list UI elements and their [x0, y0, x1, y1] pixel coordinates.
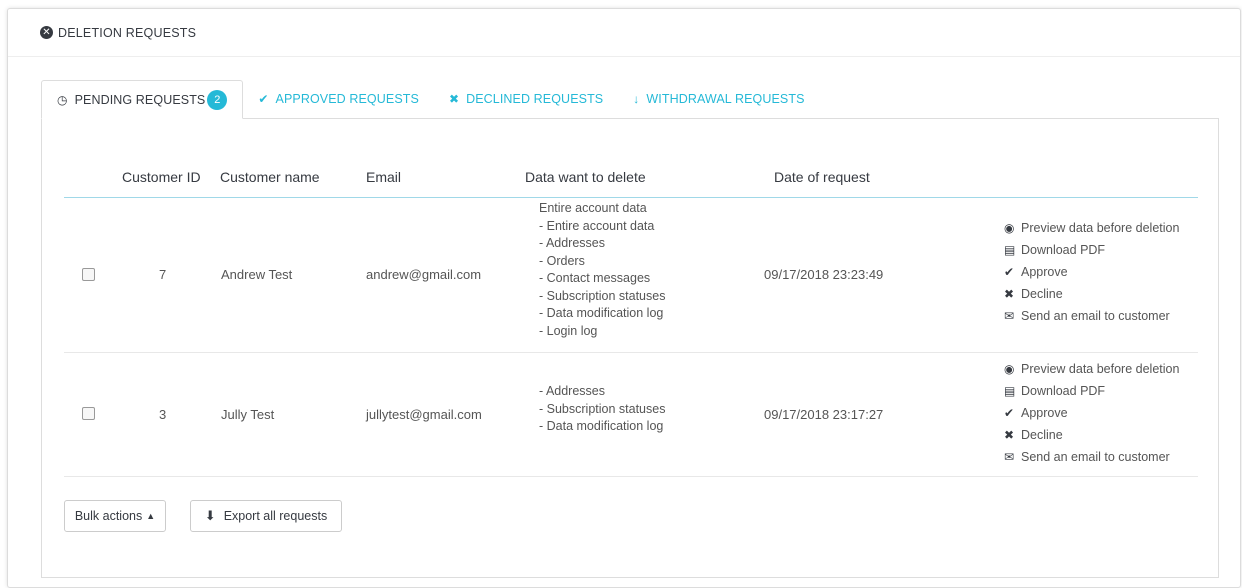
customer-email: jullytest@gmail.com: [366, 407, 482, 422]
list-item: - Orders: [539, 253, 585, 268]
request-date: 09/17/2018 23:17:27: [764, 407, 884, 422]
download-pdf-link[interactable]: ▤ Download PDF: [1004, 239, 1179, 261]
download-pdf-link[interactable]: ▤ Download PDF: [1004, 380, 1179, 402]
pending-count-badge: 2: [207, 89, 228, 110]
eye-icon: ◉: [1004, 221, 1015, 235]
action-label: Approve: [1021, 406, 1068, 420]
file-icon: ▤: [1004, 384, 1016, 398]
action-label: Send an email to customer: [1021, 450, 1170, 464]
data-to-delete-list: - Addresses - Subscription statuses - Da…: [539, 383, 665, 436]
tab-content: Customer ID Customer name Email Data wan…: [41, 118, 1219, 578]
file-icon: ▤: [1004, 243, 1016, 257]
action-label: Decline: [1021, 287, 1063, 301]
action-label: Download PDF: [1021, 243, 1106, 257]
tab-approved-requests[interactable]: ✔ APPROVED REQUESTS: [243, 80, 434, 118]
clock-icon: ◷: [57, 92, 68, 107]
action-label: Preview data before deletion: [1021, 362, 1180, 376]
customer-email: andrew@gmail.com: [366, 267, 482, 282]
preview-data-link[interactable]: ◉ Preview data before deletion: [1004, 358, 1179, 380]
list-item: - Subscription statuses: [539, 401, 666, 416]
data-to-delete-list: Entire account data - Entire account dat…: [539, 200, 665, 340]
table-row: 3 Jully Test jullytest@gmail.com - Addre…: [64, 353, 1198, 477]
customer-name: Andrew Test: [221, 267, 293, 282]
decline-link[interactable]: ✖ Decline: [1004, 283, 1179, 305]
tab-label: WITHDRAWAL REQUESTS: [646, 92, 805, 106]
table-header: Customer ID Customer name Email Data wan…: [64, 157, 1198, 198]
request-date: 09/17/2018 23:23:49: [764, 267, 884, 282]
tab-declined-requests[interactable]: ✖ DECLINED REQUESTS: [434, 80, 618, 118]
header-date-of-request[interactable]: Date of request: [774, 169, 870, 185]
button-label: Bulk actions: [74, 509, 143, 523]
list-item: Entire account data: [539, 201, 647, 215]
list-item: - Data modification log: [539, 306, 664, 320]
times-icon: ✖: [1004, 287, 1015, 301]
bulk-actions-button[interactable]: Bulk actions ▲: [64, 500, 166, 532]
header-email[interactable]: Email: [366, 169, 401, 185]
panel-heading: ✕ DELETION REQUESTS: [8, 9, 1240, 57]
button-label: Export all requests: [223, 509, 328, 523]
list-item: - Entire account data: [539, 218, 655, 233]
send-email-link[interactable]: ✉ Send an email to customer: [1004, 446, 1179, 468]
decline-link[interactable]: ✖ Decline: [1004, 424, 1179, 446]
header-customer-id[interactable]: Customer ID: [122, 169, 201, 185]
envelope-icon: ✉: [1004, 450, 1015, 464]
action-label: Send an email to customer: [1021, 309, 1170, 323]
tab-withdrawal-requests[interactable]: ↓ WITHDRAWAL REQUESTS: [618, 80, 819, 118]
approve-link[interactable]: ✔ Approve: [1004, 402, 1179, 424]
customer-name: Jully Test: [221, 407, 275, 422]
eye-icon: ◉: [1004, 362, 1015, 376]
times-circle-icon: ✕: [40, 26, 53, 39]
check-icon: ✔: [258, 92, 269, 106]
customer-id: 7: [159, 267, 167, 282]
list-item: - Contact messages: [539, 271, 651, 285]
envelope-icon: ✉: [1004, 309, 1015, 323]
caret-up-icon: ▲: [146, 511, 156, 521]
list-item: - Subscription statuses: [539, 288, 666, 303]
list-item: - Addresses: [539, 236, 606, 250]
check-icon: ✔: [1004, 265, 1015, 279]
times-icon: ✖: [1004, 428, 1015, 442]
panel-title: DELETION REQUESTS: [58, 25, 197, 40]
action-label: Approve: [1021, 265, 1068, 279]
customer-id: 3: [159, 407, 167, 422]
header-data-to-delete[interactable]: Data want to delete: [525, 169, 646, 185]
list-item: - Data modification log: [539, 419, 664, 433]
preview-data-link[interactable]: ◉ Preview data before deletion: [1004, 217, 1179, 239]
action-label: Decline: [1021, 428, 1063, 442]
arrow-down-icon: ↓: [633, 92, 640, 106]
header-customer-name[interactable]: Customer name: [220, 169, 320, 185]
download-icon: ⬇: [204, 508, 216, 523]
action-label: Preview data before deletion: [1021, 221, 1180, 235]
row-checkbox[interactable]: [82, 268, 95, 281]
row-checkbox[interactable]: [82, 407, 95, 420]
list-item: - Addresses: [539, 384, 606, 398]
approve-link[interactable]: ✔ Approve: [1004, 261, 1179, 283]
tab-label: DECLINED REQUESTS: [466, 92, 604, 106]
times-icon: ✖: [448, 92, 460, 106]
export-all-requests-button[interactable]: ⬇ Export all requests: [190, 500, 342, 532]
table-row: 7 Andrew Test andrew@gmail.com Entire ac…: [64, 197, 1198, 353]
tab-label: APPROVED REQUESTS: [275, 92, 419, 106]
check-icon: ✔: [1004, 406, 1015, 420]
tab-pending-requests[interactable]: ◷ PENDING REQUESTS 2: [41, 80, 244, 119]
tab-label: PENDING REQUESTS: [74, 92, 206, 107]
send-email-link[interactable]: ✉ Send an email to customer: [1004, 305, 1179, 327]
row-actions: ◉ Preview data before deletion ▤ Download …: [1004, 358, 1179, 468]
row-actions: ◉ Preview data before deletion ▤ Download …: [1004, 217, 1179, 327]
deletion-requests-panel: ✕ DELETION REQUESTS ◷ PENDING REQUESTS 2…: [7, 8, 1241, 588]
action-label: Download PDF: [1021, 384, 1106, 398]
list-item: - Login log: [539, 323, 598, 338]
request-tabs: ◷ PENDING REQUESTS 2 ✔ APPROVED REQUESTS…: [41, 80, 820, 119]
